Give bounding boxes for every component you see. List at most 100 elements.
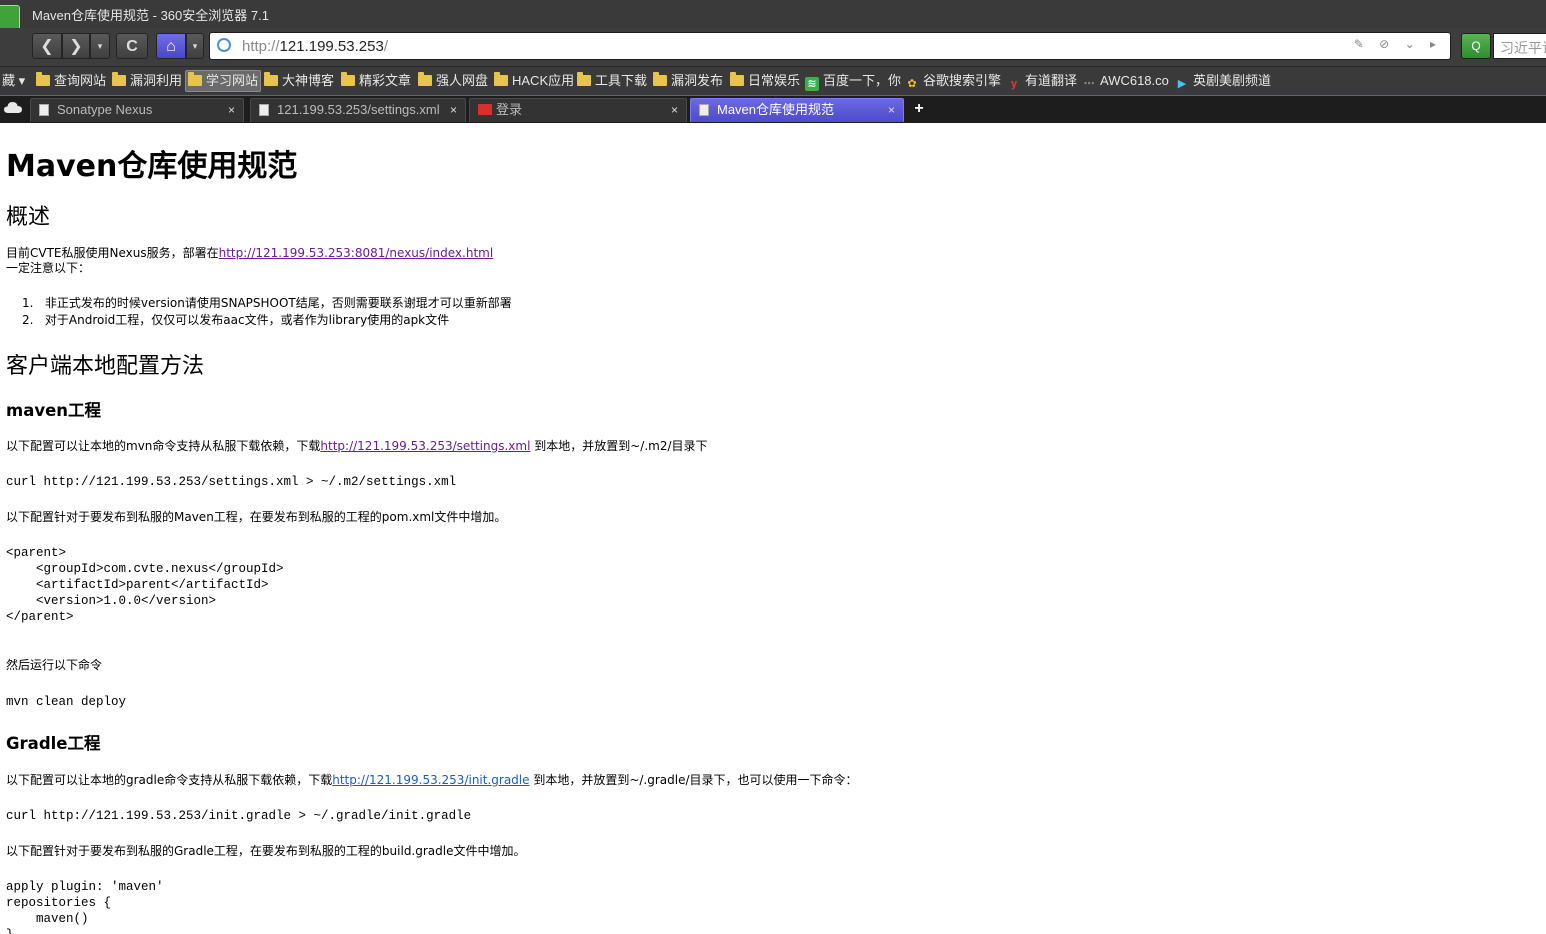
code-block-pom-parent: <parent> <groupId>com.cvte.nexus</groupI… xyxy=(6,546,284,624)
bookmark-item[interactable]: ≋ 百度一下，你 xyxy=(803,71,903,91)
overview-note: 一定注意以下： xyxy=(6,261,91,275)
gradle-para-text-after: 到本地，并放置到~/.gradle/目录下，也可以使用一下命令： xyxy=(529,773,858,787)
address-bar-tools[interactable]: ✎ ⊘ ⌄ ▸ xyxy=(1354,37,1442,51)
maven-para-pom: 以下配置针对于要发布到私服的Maven工程，在要发布到私服的工程的pom.xml… xyxy=(6,510,507,524)
reload-button[interactable]: C xyxy=(116,33,148,59)
list-text: 对于Android工程，仅仅可以发布aac文件，或者作为library使用的ap… xyxy=(44,313,450,327)
maven-para-download: 以下配置可以让本地的mvn命令支持从私服下载依赖，下载http://121.19… xyxy=(6,439,708,454)
bookmark-item[interactable]: 漏洞发布 xyxy=(651,71,725,91)
maven-para-text: 以下配置可以让本地的mvn命令支持从私服下载依赖，下载 xyxy=(6,439,321,453)
bookmark-label: 漏洞利用 xyxy=(130,73,183,88)
code-block-curl-settings: curl http://121.199.53.253/settings.xml … xyxy=(6,475,457,489)
nexus-link[interactable]: http://121.199.53.253:8081/nexus/index.h… xyxy=(219,246,494,260)
folder-icon xyxy=(653,72,667,86)
site-favicon-icon: ⋯ xyxy=(1083,78,1095,90)
search-engine-button[interactable]: Q xyxy=(1461,33,1491,59)
overview-intro: 目前CVTE私服使用Nexus服务，部署在http://121.199.53.2… xyxy=(6,246,493,261)
close-tab-icon[interactable]: × xyxy=(228,99,235,121)
list-number: 2. xyxy=(22,313,34,327)
close-tab-icon[interactable]: × xyxy=(671,99,678,121)
history-dropdown-button[interactable]: ▾ xyxy=(90,33,110,59)
bookmark-label: 英剧美剧频道 xyxy=(1193,73,1272,88)
site-info-icon[interactable] xyxy=(217,38,231,52)
code-block-gradle-repos: apply plugin: 'maven' repositories { mav… xyxy=(6,880,164,934)
bookmark-label: 谷歌搜索引擎 xyxy=(923,73,1002,88)
page-favicon-icon xyxy=(699,104,709,116)
site-favicon-icon: y xyxy=(1010,78,1018,90)
close-tab-icon[interactable]: × xyxy=(450,99,457,121)
bookmark-item[interactable]: 查询网站 xyxy=(34,71,108,91)
subsection-heading-gradle: Gradle工程 xyxy=(6,734,101,753)
init-gradle-link[interactable]: http://121.199.53.253/init.gradle xyxy=(332,773,529,787)
forward-button[interactable]: ❯ xyxy=(62,33,90,59)
bookmark-label: HACK应用 xyxy=(512,73,575,88)
overview-list-item: 1. 非正式发布的时候version请使用SNAPSHOOT结尾，否则需要联系谢… xyxy=(22,296,512,311)
url-path: / xyxy=(383,38,388,55)
bookmark-item[interactable]: 工具下载 xyxy=(575,71,649,91)
section-heading-client-config: 客户端本地配置方法 xyxy=(6,354,205,379)
search-input[interactable]: 习近平访美 xyxy=(1493,33,1546,59)
folder-icon xyxy=(264,72,278,86)
overview-intro-text: 目前CVTE私服使用Nexus服务，部署在 xyxy=(6,246,219,260)
tab[interactable]: Sonatype Nexus × xyxy=(30,98,244,122)
bookmark-item[interactable]: ✿ 谷歌搜索引擎 xyxy=(903,71,1003,91)
gradle-para-build: 以下配置针对于要发布到私服的Gradle工程，在要发布到私服的工程的build.… xyxy=(6,844,526,858)
gradle-para-download: 以下配置可以让本地的gradle命令支持从私服下载依赖，下载http://121… xyxy=(6,773,858,788)
site-favicon-icon: ✿ xyxy=(907,78,917,90)
subsection-heading-maven: maven工程 xyxy=(6,401,102,420)
tab-label: Sonatype Nexus xyxy=(57,102,153,117)
gradle-para-text: 以下配置可以让本地的gradle命令支持从私服下载依赖，下载 xyxy=(6,773,333,787)
bookmark-item[interactable]: 强人网盘 xyxy=(416,71,490,91)
bookmark-item[interactable]: HACK应用 xyxy=(492,71,576,91)
tab-strip: Sonatype Nexus × 121.199.53.253/settings.x… xyxy=(0,95,1546,123)
list-text: 非正式发布的时候version请使用SNAPSHOOT结尾，否则需要联系谢琨才可… xyxy=(44,296,512,310)
tab[interactable]: Maven仓库使用规范 × xyxy=(690,98,904,122)
overview-list-item: 2. 对于Android工程，仅仅可以发布aac文件，或者作为library使用… xyxy=(22,313,449,328)
code-block-curl-init-gradle: curl http://121.199.53.253/init.gradle >… xyxy=(6,809,472,823)
site-favicon-icon: ≋ xyxy=(805,77,819,91)
new-tab-button[interactable]: + xyxy=(909,100,929,120)
close-tab-icon[interactable]: × xyxy=(888,99,895,121)
url-scheme: http:// xyxy=(242,38,280,55)
home-button[interactable]: ⌂ xyxy=(156,33,186,59)
tab[interactable]: 121.199.53.253/settings.xml × xyxy=(250,98,466,122)
bookmark-label: 日常娱乐 xyxy=(748,73,801,88)
back-button[interactable]: ❮ xyxy=(32,33,62,59)
settings-xml-link[interactable]: http://121.199.53.253/settings.xml xyxy=(320,439,530,453)
bookmark-item[interactable]: ▶ 英剧美剧频道 xyxy=(1173,71,1273,91)
folder-icon xyxy=(36,72,50,86)
maven-para-text-after: 到本地，并放置到~/.m2/目录下 xyxy=(530,439,708,453)
cloud-icon[interactable] xyxy=(3,100,23,114)
folder-icon xyxy=(730,72,744,86)
bookmark-item[interactable]: 漏洞利用 xyxy=(110,71,184,91)
bookmark-label: 工具下载 xyxy=(595,73,648,88)
bookmark-item[interactable]: 学习网站 xyxy=(185,70,262,92)
bookmark-item[interactable]: y 有道翻译 xyxy=(1005,71,1079,91)
bookmark-item[interactable]: ⋯ AWC618.co xyxy=(1080,71,1171,91)
page-favicon-icon xyxy=(39,104,49,116)
page-favicon-icon xyxy=(478,104,492,115)
bookmark-item[interactable]: 精彩文章 xyxy=(339,71,413,91)
maven-para-run: 然后运行以下命令 xyxy=(6,658,103,672)
home-dropdown-button[interactable]: ▾ xyxy=(186,33,204,59)
folder-icon xyxy=(112,72,126,86)
bookmark-label: AWC618.co xyxy=(1100,73,1169,88)
address-bar[interactable]: http://121.199.53.253/ ✎ ⊘ ⌄ ▸ xyxy=(209,32,1451,60)
bookmark-label: 查询网站 xyxy=(54,73,107,88)
folder-icon xyxy=(577,72,591,86)
tab[interactable]: 登录 × xyxy=(469,98,687,122)
bookmark-label: 有道翻译 xyxy=(1025,73,1078,88)
bookmark-item[interactable]: 日常娱乐 xyxy=(728,71,802,91)
folder-icon xyxy=(188,72,202,86)
title-bar: Maven仓库使用规范 - 360安全浏览器 7.1 xyxy=(0,0,1546,28)
tab-label: 121.199.53.253/settings.xml xyxy=(277,102,440,117)
bookmark-label: 学习网站 xyxy=(206,73,259,88)
bookmark-item[interactable]: 藏 ▾ xyxy=(0,71,27,91)
bookmark-label: 大神博客 xyxy=(282,73,335,88)
address-url[interactable]: http://121.199.53.253/ xyxy=(242,38,388,55)
tab-label: Maven仓库使用规范 xyxy=(717,102,835,117)
page-content: Maven仓库使用规范 概述 目前CVTE私服使用Nexus服务，部署在http… xyxy=(0,123,1546,934)
bookmark-item[interactable]: 大神博客 xyxy=(262,71,336,91)
bookmark-label: 漏洞发布 xyxy=(671,73,724,88)
folder-icon xyxy=(494,72,508,86)
